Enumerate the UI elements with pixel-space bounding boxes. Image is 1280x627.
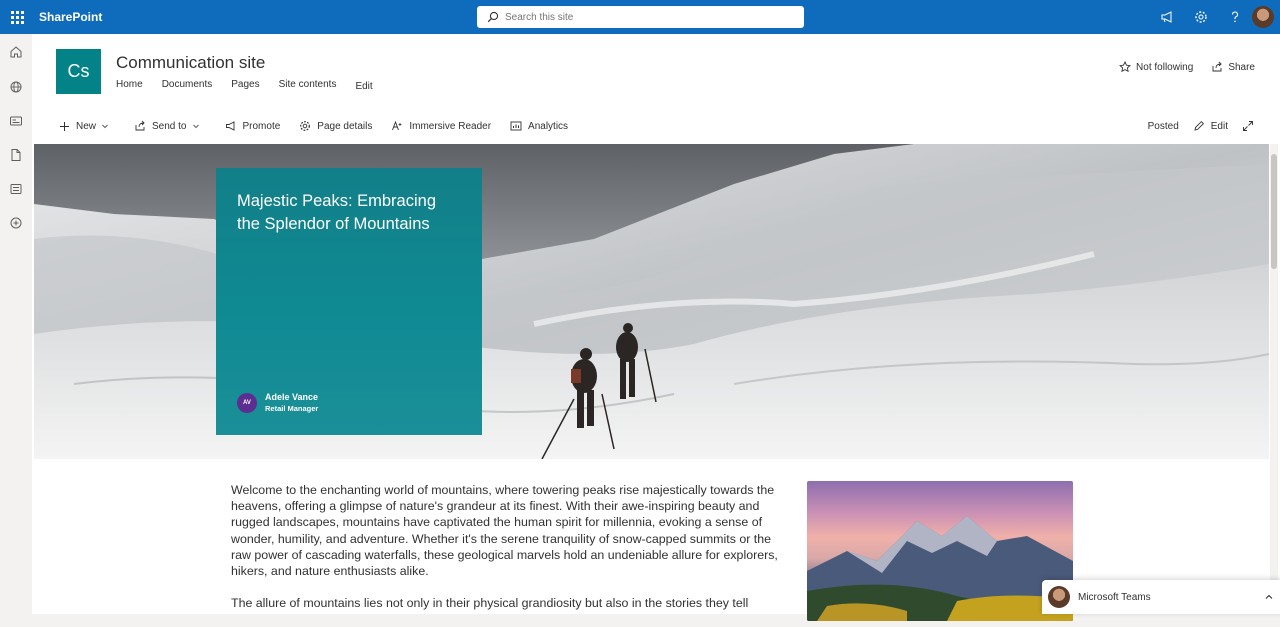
rail-files-button[interactable] (0, 138, 32, 172)
share-icon (1212, 61, 1222, 72)
send-to-button[interactable]: Send to (134, 120, 205, 132)
analytics-button[interactable]: Analytics (510, 120, 568, 132)
rail-lists-button[interactable] (0, 172, 32, 206)
rail-home-button[interactable] (0, 34, 32, 70)
plus-icon (60, 121, 69, 131)
chevron-down-icon (102, 124, 108, 129)
search-box[interactable] (477, 6, 804, 28)
site-navigation: Home Documents Pages Site contents Edit (116, 79, 392, 92)
expand-button[interactable] (1242, 120, 1260, 132)
author-role: Retail Manager (265, 404, 319, 413)
teams-expand-button[interactable] (1254, 592, 1280, 602)
author-avatar[interactable]: AV (237, 392, 257, 413)
command-bar: New Send to Promote Page details Immersi… (32, 112, 1280, 140)
new-label: New (76, 120, 97, 132)
article-paragraph: Welcome to the enchanting world of mount… (231, 483, 778, 579)
site-logo[interactable]: Cs (56, 49, 101, 94)
microsoft-teams-chat-panel[interactable]: Microsoft Teams (1042, 580, 1280, 614)
help-icon (1231, 11, 1238, 23)
account-avatar[interactable] (1252, 6, 1274, 28)
author-byline[interactable]: AV Adele Vance Retail Manager (237, 392, 318, 413)
news-icon (10, 116, 22, 126)
mountain-side-image (807, 481, 1073, 621)
left-app-rail (0, 34, 32, 614)
send-to-label: Send to (152, 120, 187, 132)
suite-bar: SharePoint (0, 0, 1280, 34)
app-name-link[interactable]: SharePoint (39, 10, 102, 24)
gear-icon (1195, 11, 1207, 23)
send-icon (135, 120, 145, 131)
waffle-icon (10, 10, 24, 24)
analytics-icon (510, 121, 522, 131)
rail-sites-button[interactable] (0, 70, 32, 104)
immersive-reader-label: Immersive Reader (409, 120, 492, 132)
new-button[interactable]: New (59, 120, 115, 132)
follow-label: Not following (1136, 61, 1194, 73)
help-button[interactable] (1218, 0, 1252, 34)
rail-create-button[interactable] (0, 206, 32, 240)
nav-site-contents-link[interactable]: Site contents (279, 79, 337, 92)
settings-button[interactable] (1184, 0, 1218, 34)
nav-documents-link[interactable]: Documents (162, 79, 213, 92)
document-icon (11, 149, 21, 161)
edit-label: Edit (1210, 120, 1228, 132)
nav-home-link[interactable]: Home (116, 79, 143, 92)
pencil-icon (1194, 120, 1204, 131)
expand-icon (1243, 121, 1253, 131)
nav-pages-link[interactable]: Pages (231, 79, 259, 92)
promote-button[interactable]: Promote (225, 120, 281, 132)
megaphone-icon (1161, 11, 1172, 23)
hero-title: Majestic Peaks: Embracing the Splendor o… (237, 192, 436, 233)
page-details-button[interactable]: Page details (299, 120, 372, 132)
share-label: Share (1228, 61, 1255, 73)
immersive-reader-icon (392, 120, 402, 131)
share-button[interactable]: Share (1211, 61, 1255, 73)
megaphone-icon (225, 121, 234, 131)
scrollbar-thumb[interactable] (1271, 154, 1277, 269)
hero-banner: Majestic Peaks: Embracing the Splendor o… (34, 144, 1269, 459)
author-name[interactable]: Adele Vance (265, 392, 318, 402)
home-icon (10, 46, 22, 58)
page-details-label: Page details (317, 120, 373, 132)
app-launcher-button[interactable] (0, 0, 34, 34)
hero-title-card: Majestic Peaks: Embracing the Splendor o… (216, 168, 482, 435)
immersive-reader-button[interactable]: Immersive Reader (391, 120, 491, 132)
page-canvas: Cs Communication site Home Documents Pag… (32, 34, 1280, 621)
rail-news-button[interactable] (0, 104, 32, 138)
maroon-bells-image (807, 516, 1073, 621)
search-icon (487, 11, 499, 23)
teams-label: Microsoft Teams (1078, 591, 1151, 603)
article-body: Welcome to the enchanting world of mount… (231, 482, 786, 627)
chevron-up-icon (1265, 594, 1273, 599)
page-scrollbar[interactable] (1270, 144, 1278, 614)
teams-contact-avatar[interactable] (1048, 586, 1070, 608)
page-status-text: Posted (1147, 120, 1179, 132)
analytics-label: Analytics (528, 120, 569, 132)
site-title[interactable]: Communication site (116, 53, 265, 73)
list-icon (10, 184, 22, 194)
chevron-down-icon (192, 124, 199, 129)
edit-page-button[interactable]: Edit (1193, 120, 1228, 132)
plus-circle-icon (10, 217, 22, 229)
follow-button[interactable]: Not following (1119, 61, 1193, 73)
nav-edit-link[interactable]: Edit (355, 81, 372, 92)
gear-icon (300, 121, 311, 131)
globe-icon (10, 81, 22, 93)
news-megaphone-button[interactable] (1150, 0, 1184, 34)
article-paragraph: The allure of mountains lies not only in… (231, 596, 749, 611)
search-input[interactable] (505, 11, 785, 23)
promote-label: Promote (242, 120, 281, 132)
star-icon (1119, 61, 1131, 73)
